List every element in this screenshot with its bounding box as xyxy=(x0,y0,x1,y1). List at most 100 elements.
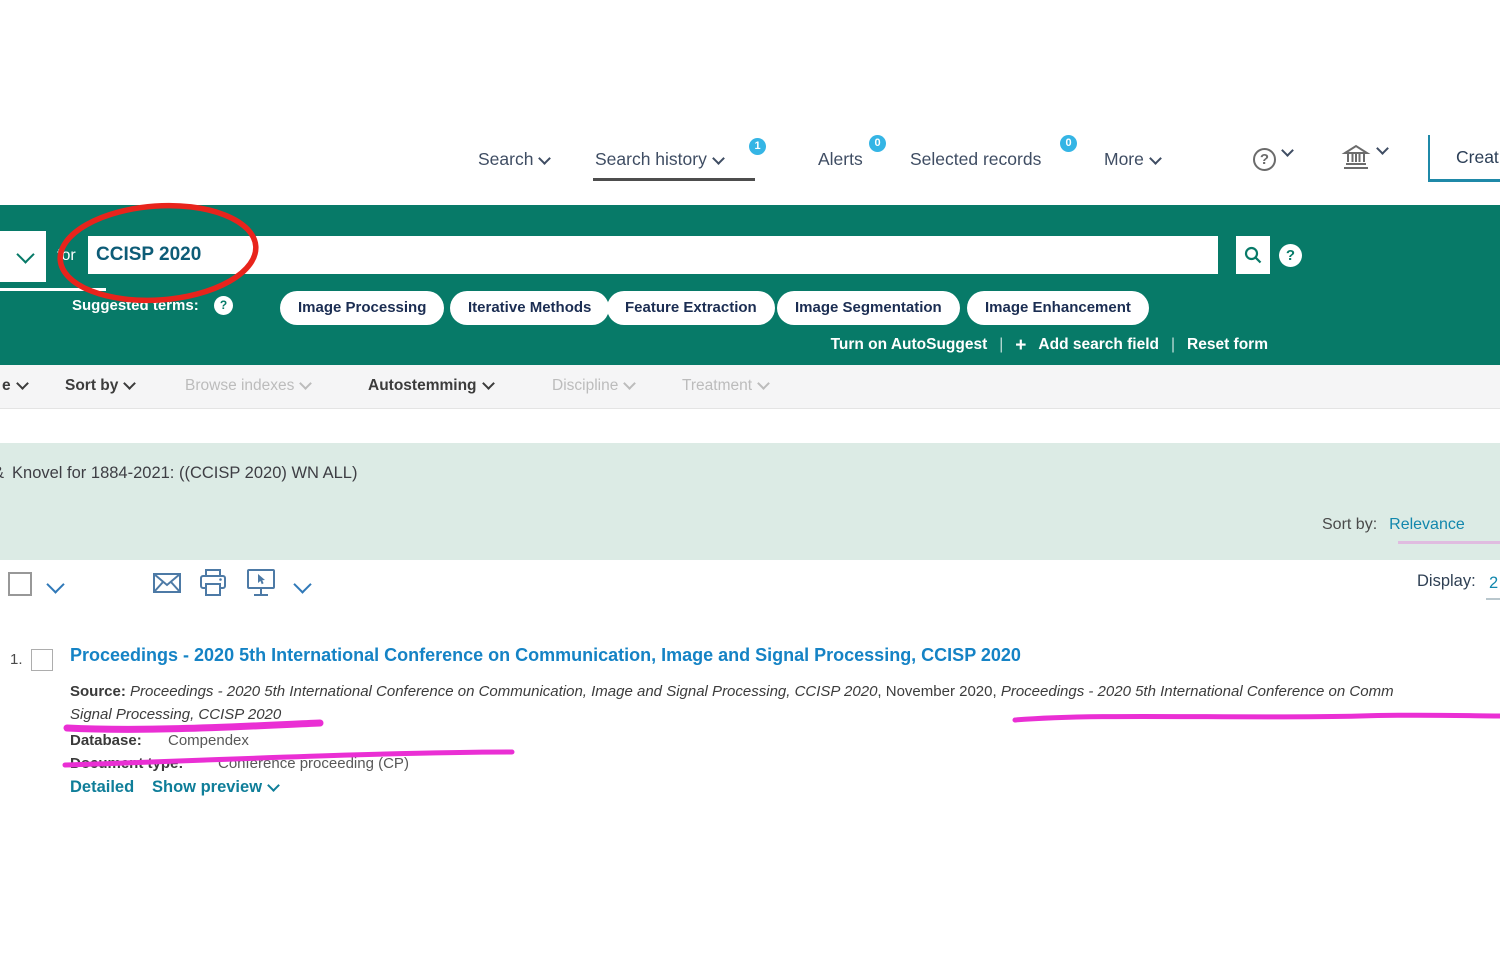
add-search-field-link[interactable]: Add search field xyxy=(1038,336,1159,354)
filter-label: Treatment xyxy=(682,377,752,394)
nav-tab-search[interactable]: Search xyxy=(478,149,549,170)
help-menu-button[interactable]: ? xyxy=(1253,146,1292,171)
sort-by-value-dropdown[interactable]: Relevance xyxy=(1389,516,1465,534)
dropdown-underline xyxy=(0,288,106,291)
create-account-label: Creat xyxy=(1456,147,1499,167)
nav-tab-search-history[interactable]: Search history 1 xyxy=(595,149,723,170)
nav-alerts-label: Alerts xyxy=(818,149,863,169)
export-options-chevron-icon[interactable] xyxy=(293,575,311,593)
suggested-term-pill[interactable]: Image Processing xyxy=(280,291,444,325)
institution-bank-icon xyxy=(1341,143,1371,171)
sort-by-label: Sort by: xyxy=(1322,516,1377,534)
source-italic-continuation: Signal Processing, CCISP 2020 xyxy=(70,706,281,723)
chevron-down-icon xyxy=(124,377,137,390)
display-count-dropdown[interactable]: 2 xyxy=(1489,574,1498,593)
selected-records-count-badge: 0 xyxy=(1060,135,1077,152)
filter-dropdown-treatment: Treatment xyxy=(682,377,768,395)
source-plain-text: , November 2020, xyxy=(877,683,996,700)
search-panel: for ? Suggested terms: ? Image Processin… xyxy=(0,205,1500,365)
executed-query-line: & Knovel for 1884-2021: ((CCISP 2020) WN… xyxy=(0,464,357,483)
result-database-row: Database: Compendex xyxy=(70,732,142,749)
chevron-down-icon xyxy=(539,152,552,165)
filter-dropdown-autostemming[interactable]: Autostemming xyxy=(368,377,493,395)
result-source-line-2: Signal Processing, CCISP 2020 xyxy=(70,706,281,723)
download-export-button[interactable] xyxy=(245,568,279,598)
search-options-bar: e Sort by Browse indexes Autostemming Di… xyxy=(0,365,1500,409)
faint-pink-underline xyxy=(1398,541,1500,544)
chevron-down-icon xyxy=(16,377,29,390)
nav-more-label: More xyxy=(1104,149,1144,169)
filter-label: Discipline xyxy=(552,377,618,394)
query-prefix: & xyxy=(0,464,4,483)
institution-menu-button[interactable] xyxy=(1341,143,1387,171)
result-title-link[interactable]: Proceedings - 2020 5th International Con… xyxy=(70,645,1021,666)
source-italic-text: Proceedings - 2020 5th International Con… xyxy=(130,683,877,700)
help-icon: ? xyxy=(1253,148,1276,171)
sort-by-control: Sort by: Relevance xyxy=(1322,516,1465,534)
document-type-label: Document type: xyxy=(70,755,183,772)
print-results-button[interactable] xyxy=(198,568,228,598)
filter-label: Browse indexes xyxy=(185,377,294,394)
results-summary-band: & Knovel for 1884-2021: ((CCISP 2020) WN… xyxy=(0,443,1500,560)
filter-dropdown-partial[interactable]: e xyxy=(2,377,27,395)
suggested-terms-help-icon[interactable]: ? xyxy=(214,296,233,315)
chevron-down-icon xyxy=(16,245,34,263)
search-query-input[interactable] xyxy=(88,236,1218,274)
chevron-down-icon xyxy=(267,779,280,792)
printer-icon xyxy=(198,568,228,598)
suggested-term-pill[interactable]: Iterative Methods xyxy=(450,291,609,325)
source-label: Source: xyxy=(70,683,126,700)
chevron-down-icon xyxy=(1281,144,1294,157)
nav-tab-more[interactable]: More xyxy=(1104,149,1160,170)
result-checkbox[interactable] xyxy=(31,649,53,671)
nav-tab-alerts[interactable]: Alerts 0 xyxy=(818,149,863,170)
query-text: Knovel for 1884-2021: ((CCISP 2020) WN A… xyxy=(12,464,357,483)
monitor-export-icon xyxy=(245,568,279,598)
document-type-value: Conference proceeding (CP) xyxy=(218,755,409,772)
result-number: 1. xyxy=(10,651,23,668)
nav-search-history-label: Search history xyxy=(595,149,707,169)
filter-label: Autostemming xyxy=(368,377,477,394)
nav-search-label: Search xyxy=(478,149,533,169)
separator: | xyxy=(1171,336,1175,354)
pink-underline-annotation xyxy=(67,723,320,729)
chevron-down-icon xyxy=(757,377,770,390)
nav-tab-selected-records[interactable]: Selected records 0 xyxy=(910,149,1041,170)
chevron-down-icon xyxy=(482,377,495,390)
filter-dropdown-discipline: Discipline xyxy=(552,377,634,395)
show-preview-link[interactable]: Show preview xyxy=(152,778,278,797)
search-form-actions: Turn on AutoSuggest | + Add search field… xyxy=(831,336,1268,354)
filter-label: e xyxy=(2,377,11,394)
turn-on-autosuggest-link[interactable]: Turn on AutoSuggest xyxy=(831,336,988,354)
pink-long-underline-annotation xyxy=(1015,715,1500,720)
database-value: Compendex xyxy=(168,732,249,749)
nav-selected-records-label: Selected records xyxy=(910,149,1041,169)
search-type-dropdown[interactable] xyxy=(0,231,46,282)
filter-label: Sort by xyxy=(65,377,118,394)
select-all-checkbox[interactable] xyxy=(8,572,32,596)
filter-dropdown-sort-by[interactable]: Sort by xyxy=(65,377,134,395)
search-icon xyxy=(1243,245,1263,265)
search-submit-button[interactable] xyxy=(1236,236,1270,274)
source-italic-text-2: Proceedings - 2020 5th International Con… xyxy=(1001,683,1394,700)
select-all-chevron-icon[interactable] xyxy=(46,575,64,593)
active-tab-underline xyxy=(593,178,755,181)
chevron-down-icon xyxy=(300,377,313,390)
email-results-button[interactable] xyxy=(152,571,182,595)
search-help-icon[interactable]: ? xyxy=(1279,244,1302,267)
create-account-button[interactable]: Creat xyxy=(1428,135,1500,182)
result-source-line: Source: Proceedings - 2020 5th Internati… xyxy=(70,683,1394,700)
display-count-underline xyxy=(1486,598,1500,600)
chevron-down-icon xyxy=(623,377,636,390)
suggested-term-pill[interactable]: Image Segmentation xyxy=(777,291,960,325)
suggested-term-pill[interactable]: Image Enhancement xyxy=(967,291,1149,325)
chevron-down-icon xyxy=(1149,152,1162,165)
suggested-term-pill[interactable]: Feature Extraction xyxy=(607,291,775,325)
chevron-down-icon xyxy=(712,152,725,165)
plus-icon: + xyxy=(1015,338,1026,353)
reset-form-link[interactable]: Reset form xyxy=(1187,336,1268,354)
envelope-icon xyxy=(152,571,182,595)
for-label: for xyxy=(57,247,76,265)
display-label: Display: xyxy=(1417,572,1476,591)
detailed-link[interactable]: Detailed xyxy=(70,778,134,797)
